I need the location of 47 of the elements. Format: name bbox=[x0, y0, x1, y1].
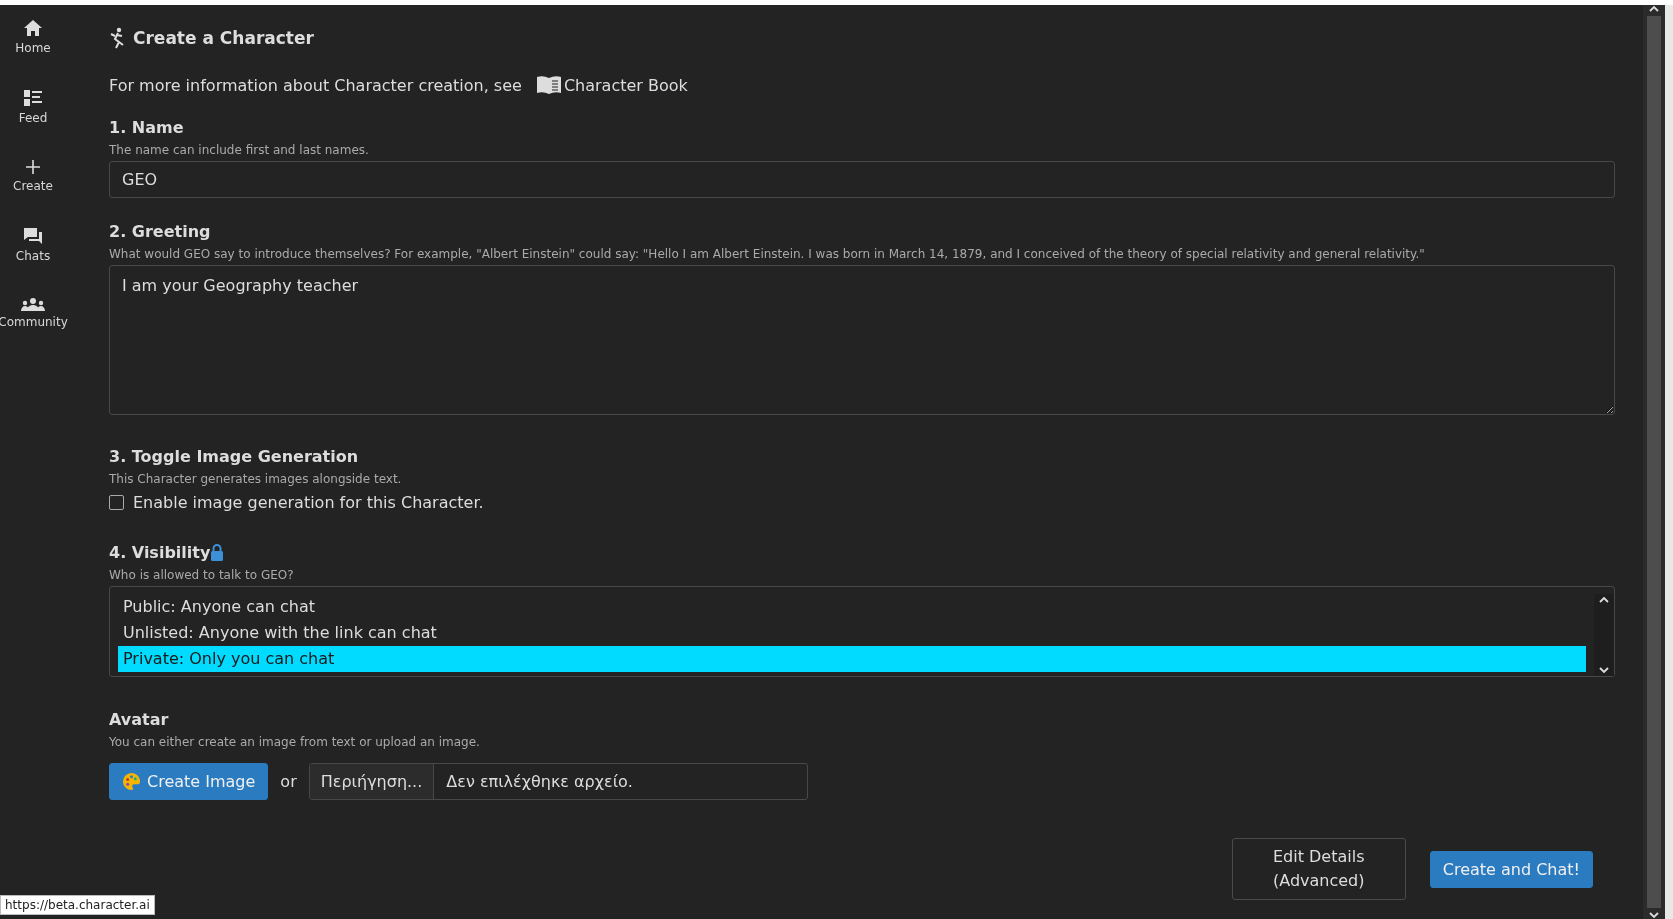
section-heading: Avatar bbox=[109, 710, 169, 729]
sidebar-item[interactable]: Create bbox=[13, 159, 53, 193]
section-heading: 2. Greeting bbox=[109, 222, 211, 241]
file-status-text: Δεν επιλέχθηκε αρχείο. bbox=[445, 771, 633, 793]
people-icon bbox=[21, 297, 45, 311]
chevron-down-icon[interactable] bbox=[1649, 912, 1659, 919]
visibility-option[interactable]: Unlisted: Anyone with the link can chat bbox=[118, 620, 1586, 646]
hint-text: The name can include first and last names. bbox=[109, 143, 370, 157]
sidebar-item[interactable]: Feed bbox=[18, 89, 48, 125]
hint-text: This Character generates images alongside text. bbox=[109, 472, 403, 486]
file-input[interactable]: Περιήγηση... Δεν επιλέχθηκε αρχείο. bbox=[308, 763, 808, 800]
visibility-listbox[interactable]: Public: Anyone can chat Unlisted: Anyone with the link can chat Private: Only you can chat bbox=[109, 586, 1615, 677]
book-icon bbox=[535, 75, 562, 95]
create-and-chat-button[interactable]: Create and Chat! bbox=[1429, 850, 1593, 888]
checkbox-label: Enable image generation for this Character. bbox=[133, 493, 484, 512]
section-heading: 4. Visibility bbox=[109, 543, 211, 562]
browse-button[interactable]: Περιήγηση... bbox=[309, 764, 435, 799]
visibility-option[interactable]: Private: Only you can chat bbox=[118, 646, 1586, 672]
sidebar-item[interactable]: Chats bbox=[15, 227, 51, 263]
feed-icon bbox=[23, 89, 43, 107]
plus-icon bbox=[25, 159, 41, 175]
visibility-option[interactable]: Public: Anyone can chat bbox=[118, 594, 1586, 620]
section-heading: 1. Name bbox=[109, 118, 184, 137]
or-text: or bbox=[280, 772, 297, 791]
info-text: For more information about Character creation, see bbox=[109, 75, 522, 95]
dancing-figure-icon bbox=[109, 27, 125, 49]
create-image-button[interactable]: Create Image bbox=[109, 763, 269, 800]
home-icon bbox=[23, 19, 43, 37]
lock-icon bbox=[210, 544, 225, 561]
edit-details-button[interactable]: Edit Details (Advanced) bbox=[1231, 838, 1406, 900]
palette-icon bbox=[122, 772, 141, 791]
greeting-textarea[interactable]: I am your Geography teacher bbox=[109, 265, 1615, 415]
chevron-down-icon[interactable] bbox=[1599, 667, 1609, 674]
chevron-up-icon[interactable] bbox=[1649, 5, 1659, 12]
chat-bubbles-icon bbox=[23, 227, 43, 245]
name-input[interactable]: GEO bbox=[109, 161, 1615, 198]
page-scrollbar[interactable] bbox=[1643, 5, 1665, 919]
sidebar-item[interactable]: Home bbox=[15, 19, 51, 55]
character-book-link[interactable]: Character Book bbox=[535, 75, 688, 95]
page-title: Create a Character bbox=[133, 28, 314, 48]
status-url: https://beta.character.ai bbox=[0, 895, 155, 915]
section-heading: 3. Toggle Image Generation bbox=[109, 447, 359, 466]
hint-text: Who is allowed to talk to GEO? bbox=[109, 568, 295, 582]
checkbox[interactable] bbox=[109, 495, 124, 510]
hint-text: What would GEO say to introduce themselves? For example, "Albert Einstein" could say: "Hello I am Albert Einstein. I was born in March 14, 1879, and I conceived of the theory of special relativity and general relativity." bbox=[109, 247, 1426, 261]
chevron-up-icon[interactable] bbox=[1599, 596, 1609, 603]
hint-text: You can either create an image from text or upload an image. bbox=[109, 735, 481, 749]
